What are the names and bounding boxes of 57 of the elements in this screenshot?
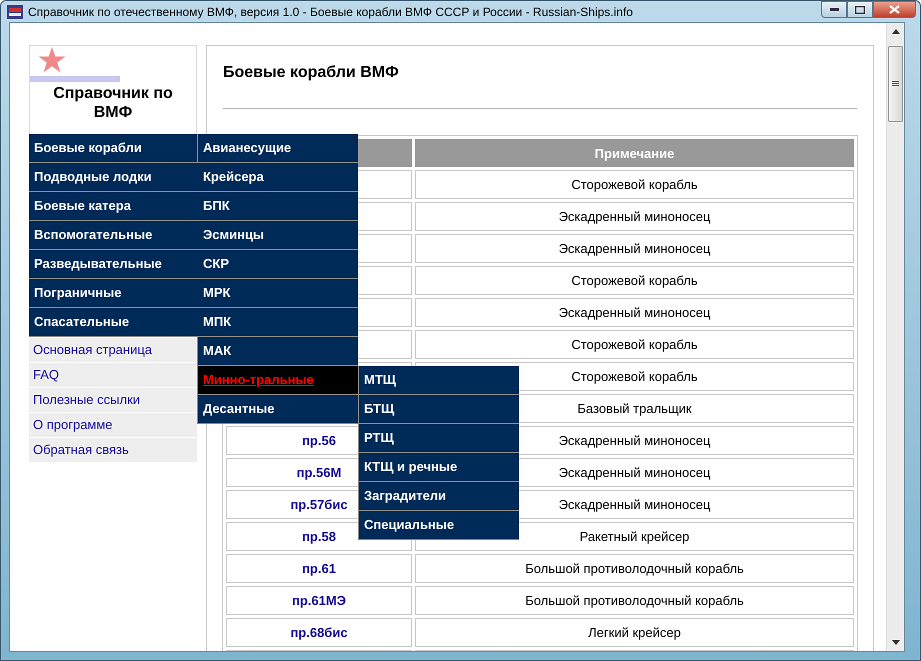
submenu-item[interactable]: Заградители <box>359 482 519 511</box>
submenu-item[interactable]: СКР <box>198 250 358 279</box>
menu-item[interactable]: Подводные лодки <box>29 163 198 192</box>
project-link[interactable]: пр.56М <box>296 465 342 480</box>
header-cell: Примечание <box>415 139 854 167</box>
table-cell: Сторожевой корабль <box>415 266 854 295</box>
submenu-item[interactable]: БПК <box>198 192 358 221</box>
maximize-icon <box>855 6 865 14</box>
sidebar-link[interactable]: FAQ <box>29 363 197 387</box>
table-cell: Эскадренный миноносец <box>415 202 854 231</box>
submenu-item[interactable]: МТЩ <box>359 366 519 395</box>
close-button[interactable] <box>873 1 916 18</box>
menu-item[interactable]: Пограничные <box>29 279 198 308</box>
submenu-item[interactable]: Минно-тральные <box>198 366 358 395</box>
page-title: Боевые корабли ВМФ <box>223 46 857 109</box>
menu-item[interactable]: Боевые корабли <box>29 134 198 163</box>
table-cell: Большой противолодочный корабль <box>415 586 854 615</box>
submenu-item[interactable]: Десантные <box>198 395 358 424</box>
project-link[interactable]: пр.58 <box>302 529 336 544</box>
project-link[interactable]: пр.68бис <box>290 625 348 640</box>
table-cell: Большой противолодочный корабль <box>415 554 854 583</box>
sidebar-link[interactable]: Основная страница <box>29 338 197 362</box>
submenu-item[interactable]: МПК <box>198 308 358 337</box>
window-title: Справочник по отечественному ВМФ, версия 1.0 - Боевые корабли ВМФ СССР и России - Russian-Ships.info <box>28 4 634 18</box>
table-cell: Сторожевой корабль <box>415 170 854 199</box>
menu-item[interactable]: Вспомогательные <box>29 221 198 250</box>
scrollbar-thumb[interactable] <box>888 46 903 122</box>
maximize-button[interactable] <box>847 1 873 18</box>
submenu-item[interactable]: Авианесущие <box>198 134 358 163</box>
submenu-item[interactable]: БТЩ <box>359 395 519 424</box>
project-link[interactable]: пр.57бис <box>290 497 348 512</box>
sidebar-link[interactable]: Полезные ссылки <box>29 388 197 412</box>
submenu-item[interactable]: РТЩ <box>359 424 519 453</box>
project-link[interactable]: пр.56 <box>302 433 336 448</box>
menu-item[interactable]: Боевые катера <box>29 192 198 221</box>
submenu-item[interactable]: КТЩ и речные <box>359 453 519 482</box>
submenu-item[interactable]: Эсминцы <box>198 221 358 250</box>
submenu-item[interactable]: МРК <box>198 279 358 308</box>
table-cell: Эскадренный миноносец <box>415 234 854 263</box>
project-link[interactable]: пр.61 <box>302 561 336 576</box>
submenu-item[interactable]: Крейсера <box>198 163 358 192</box>
menu-item[interactable]: Разведывательные <box>29 250 198 279</box>
table-cell: Эскадренный миноносец <box>415 298 854 327</box>
minimize-icon <box>830 8 838 11</box>
minimize-button[interactable] <box>821 1 847 18</box>
table-cell: Легкий крейсер <box>415 618 854 647</box>
app-icon <box>7 4 23 18</box>
star-icon <box>38 47 66 73</box>
submenu-item[interactable]: МАК <box>198 337 358 366</box>
menu-item[interactable]: Спасательные <box>29 308 198 337</box>
project-link[interactable]: пр.61МЭ <box>292 593 346 608</box>
table-cell: Сторожевой корабль <box>415 330 854 359</box>
sidebar-link[interactable]: Обратная связь <box>29 438 197 462</box>
close-icon <box>889 5 900 14</box>
logo-title: Справочник по ВМФ <box>52 84 174 122</box>
submenu-item[interactable]: Специальные <box>359 511 519 540</box>
sidebar-link[interactable]: О программе <box>29 413 197 437</box>
